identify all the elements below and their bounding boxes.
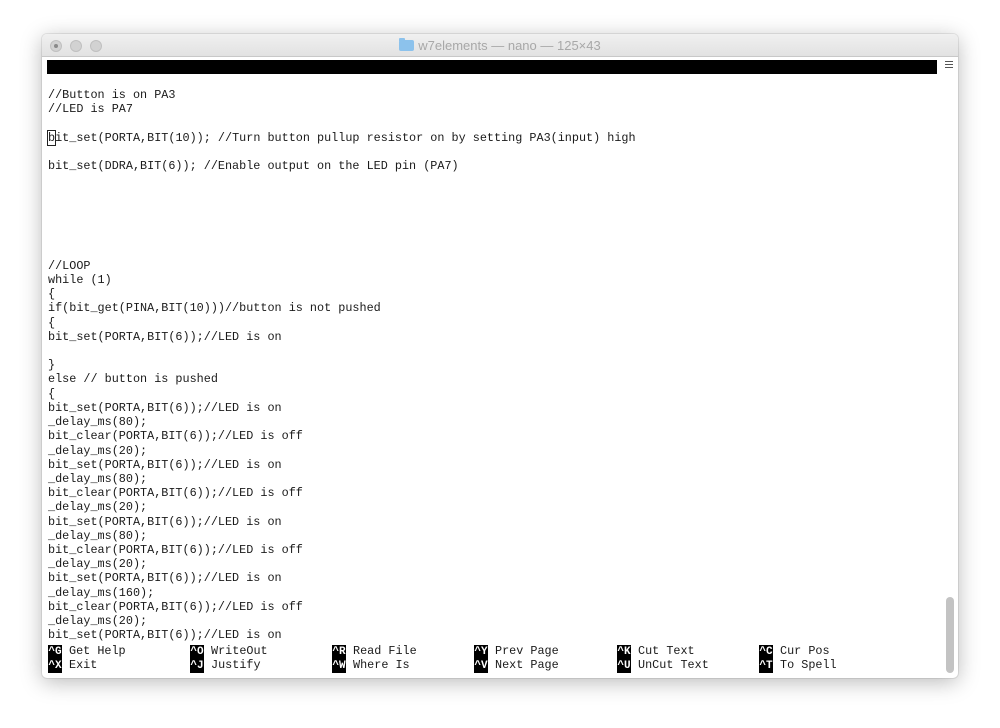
shortcut-key: ^G <box>48 645 62 659</box>
shortcut-key: ^K <box>617 645 631 659</box>
scrollbar-thumb[interactable] <box>946 597 954 673</box>
code-line: bit_set(DDRA,BIT(6)); //Enable output on… <box>48 159 459 174</box>
code-line: _delay_ms(20); <box>48 614 148 629</box>
code-line: _delay_ms(20); <box>48 443 148 458</box>
shortcut-label: Cut Text <box>638 644 695 658</box>
code-line: while (1) <box>48 272 112 287</box>
shortcut-key: ^Y <box>474 645 488 659</box>
shortcut-label: WriteOut <box>211 644 268 658</box>
shortcut-label: Cur Pos <box>780 644 830 658</box>
shortcut-item: ^V Next Page <box>474 658 559 673</box>
code-line: bit_set(PORTA,BIT(6));//LED is on <box>48 628 282 643</box>
code-line: bit_set(PORTA,BIT(10)); //Turn button pu… <box>46 129 636 146</box>
shortcut-item: ^R Read File <box>332 644 417 659</box>
code-line: bit_set(PORTA,BIT(6));//LED is on <box>48 514 282 529</box>
shortcut-item: ^X Exit <box>48 658 97 673</box>
code-line: _delay_ms(80); <box>48 471 148 486</box>
code-line: //LED is PA7 <box>48 102 133 117</box>
code-line: bit_set(PORTA,BIT(6));//LED is on <box>48 329 282 344</box>
shortcut-label: UnCut Text <box>638 658 709 672</box>
code-line: } <box>48 358 56 373</box>
title-bar[interactable]: w7elements — nano — 125×43 <box>42 34 958 57</box>
shortcut-item: ^G Get Help <box>48 644 126 659</box>
shortcut-item: ^O WriteOut <box>190 644 268 659</box>
shortcut-key: ^C <box>759 645 773 659</box>
shortcut-item: ^U UnCut Text <box>617 658 709 673</box>
code-line: else // button is pushed <box>48 372 218 387</box>
shortcut-key: ^U <box>617 659 631 673</box>
terminal-content[interactable]: GNU nano 2.0.6 File: blink.c //Button is… <box>42 57 958 678</box>
code-line: //LOOP <box>48 258 91 273</box>
code-line: bit_set(PORTA,BIT(6));//LED is on <box>48 400 282 415</box>
shortcut-item: ^K Cut Text <box>617 644 695 659</box>
nano-file-name: File: blink.c <box>374 88 467 102</box>
shortcut-label: Exit <box>69 658 98 672</box>
code-line: _delay_ms(20); <box>48 557 148 572</box>
code-line: if(bit_get(PINA,BIT(10)))//button is not… <box>48 301 381 316</box>
shortcut-key: ^W <box>332 659 346 673</box>
code-line-text: it_set(PORTA,BIT(10)); //Turn button pul… <box>55 130 636 145</box>
nano-header-bar: GNU nano 2.0.6 File: blink.c <box>47 60 937 102</box>
code-line: { <box>48 386 56 401</box>
shortcut-item: ^J Justify <box>190 658 261 673</box>
window-title-text: w7elements — nano — 125×43 <box>418 38 601 53</box>
code-line: //Button is on PA3 <box>48 88 176 102</box>
code-line: bit_clear(PORTA,BIT(6));//LED is off <box>48 543 303 558</box>
shortcut-label: Next Page <box>495 658 559 672</box>
folder-icon <box>399 38 415 51</box>
terminal-menu-icon[interactable] <box>943 59 955 71</box>
shortcut-key: ^J <box>190 659 204 673</box>
shortcut-item: ^T To Spell <box>759 658 837 673</box>
shortcut-item: ^W Where Is <box>332 658 410 673</box>
shortcut-label: To Spell <box>780 658 837 672</box>
shortcut-key: ^X <box>48 659 62 673</box>
code-line: bit_clear(PORTA,BIT(6));//LED is off <box>48 599 303 614</box>
code-line: bit_set(PORTA,BIT(6));//LED is on <box>48 571 282 586</box>
code-line: _delay_ms(80); <box>48 528 148 543</box>
shortcut-key: ^T <box>759 659 773 673</box>
shortcut-label: Where Is <box>353 658 410 672</box>
nano-version: GNU nano 2.0.6 <box>62 74 162 88</box>
shortcut-item: ^Y Prev Page <box>474 644 559 659</box>
shortcut-label: Justify <box>211 658 261 672</box>
shortcut-key: ^O <box>190 645 204 659</box>
window-title: w7elements — nano — 125×43 <box>42 38 958 53</box>
code-line: bit_set(PORTA,BIT(6));//LED is on <box>48 457 282 472</box>
shortcut-key: ^V <box>474 659 488 673</box>
terminal-window: w7elements — nano — 125×43 GNU nano 2.0.… <box>42 34 958 678</box>
shortcut-item: ^C Cur Pos <box>759 644 830 659</box>
code-line: _delay_ms(160); <box>48 585 155 600</box>
shortcut-label: Read File <box>353 644 417 658</box>
code-line: _delay_ms(20); <box>48 500 148 515</box>
code-line: bit_clear(PORTA,BIT(6));//LED is off <box>48 486 303 501</box>
shortcut-key: ^R <box>332 645 346 659</box>
code-line: _delay_ms(80); <box>48 415 148 430</box>
code-line: { <box>48 287 56 302</box>
code-line: bit_clear(PORTA,BIT(6));//LED is off <box>48 429 303 444</box>
code-line: { <box>48 315 56 330</box>
shortcut-label: Prev Page <box>495 644 559 658</box>
shortcut-label: Get Help <box>69 644 126 658</box>
